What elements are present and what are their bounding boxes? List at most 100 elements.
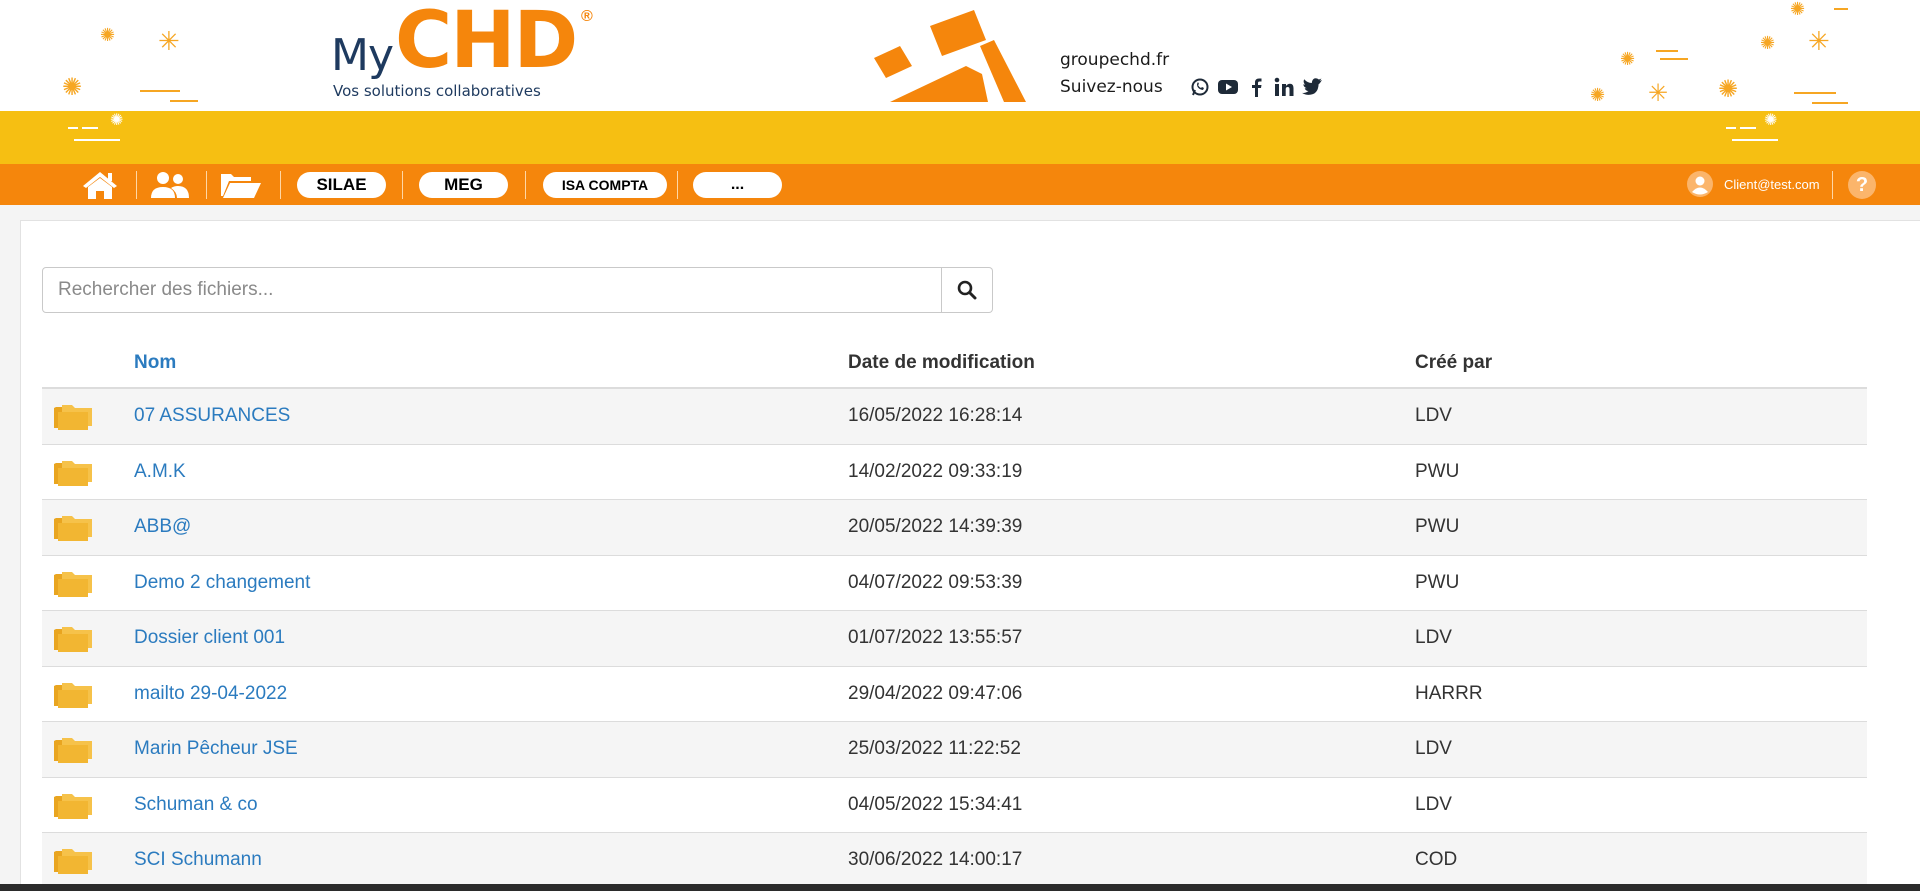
search-button[interactable]	[942, 267, 993, 313]
column-header-author[interactable]: Créé par	[1415, 352, 1867, 374]
file-name-link[interactable]: Demo 2 changement	[134, 572, 848, 594]
user-menu[interactable]: Client@test.com	[1686, 170, 1820, 198]
sparkle-decoration: ✳	[1808, 26, 1830, 56]
file-name-link[interactable]: A.M.K	[134, 461, 848, 483]
folder-icon	[54, 682, 92, 708]
table-row[interactable]: Dossier client 001 01/07/2022 13:55:57 L…	[42, 611, 1867, 667]
folder-icon	[54, 627, 92, 653]
folder-cell	[42, 567, 134, 599]
table-row[interactable]: mailto 29-04-2022 29/04/2022 09:47:06 HA…	[42, 667, 1867, 722]
mychd-logo[interactable]: My CHD ® Vos solutions collaboratives	[331, 0, 611, 104]
logo-tagline: Vos solutions collaboratives	[333, 82, 541, 100]
sparkle-decoration: ✺	[110, 112, 124, 129]
column-header-date[interactable]: Date de modification	[848, 352, 1415, 374]
folder-cell	[42, 733, 134, 765]
folder-icon	[54, 571, 92, 597]
folder-icon	[54, 738, 92, 764]
file-created-by: LDV	[1415, 738, 1452, 760]
file-modified-date: 29/04/2022 09:47:06	[848, 682, 1023, 704]
folder-cell	[42, 622, 134, 654]
whatsapp-icon[interactable]	[1189, 76, 1211, 98]
line-decoration	[170, 100, 198, 102]
column-header-name[interactable]: Nom	[134, 352, 848, 374]
line-decoration	[1812, 102, 1848, 104]
sparkle-decoration: ✺	[100, 25, 116, 45]
folder-icon	[54, 793, 92, 819]
table-row[interactable]: Demo 2 changement 04/07/2022 09:53:39 PW…	[42, 556, 1867, 611]
sparkle-decoration: ✺	[1620, 49, 1636, 69]
social-links	[1189, 76, 1323, 98]
folder-cell	[42, 789, 134, 821]
table-row[interactable]: Marin Pêcheur JSE 25/03/2022 11:22:52 LD…	[42, 722, 1867, 778]
file-created-by: COD	[1415, 849, 1458, 871]
site-url-link[interactable]: groupechd.fr	[1060, 50, 1323, 70]
folder-open-icon[interactable]	[218, 168, 264, 202]
file-name-link[interactable]: Schuman & co	[134, 794, 848, 816]
folder-cell	[42, 511, 134, 543]
file-created-by: PWU	[1415, 516, 1460, 538]
table-row[interactable]: A.M.K 14/02/2022 09:33:19 PWU	[42, 445, 1867, 500]
line-decoration	[1726, 127, 1736, 129]
file-name-link[interactable]: SCI Schumann	[134, 849, 848, 871]
sparkle-decoration: ✺	[1718, 76, 1739, 103]
file-name-link[interactable]: mailto 29-04-2022	[134, 683, 848, 705]
home-icon[interactable]	[80, 168, 120, 202]
file-created-by: LDV	[1415, 405, 1452, 427]
nav-separator	[1832, 171, 1833, 199]
search-bar	[42, 267, 993, 313]
silae-button[interactable]: SILAE	[297, 172, 386, 198]
nav-separator	[677, 171, 678, 199]
sparkle-decoration: ✳	[158, 26, 180, 56]
file-created-by: PWU	[1415, 571, 1460, 593]
sparkle-decoration: ✺	[1760, 33, 1776, 53]
file-name-link[interactable]: Marin Pêcheur JSE	[134, 738, 848, 760]
line-decoration	[68, 127, 78, 129]
sparkle-decoration: ✺	[1790, 0, 1806, 19]
sparkle-decoration: ✺	[62, 74, 83, 101]
table-row[interactable]: SCI Schumann 30/06/2022 14:00:17 COD	[42, 833, 1867, 889]
sparkle-decoration: ✺	[1590, 85, 1606, 105]
header: ✺ ✳ ✺ ✺ ✺ ✳ ✺ ✺ ✳ ✺ My CHD ® Vos solutio…	[0, 0, 1920, 111]
site-info: groupechd.fr Suivez-nous	[1060, 50, 1323, 98]
facebook-icon[interactable]	[1245, 76, 1267, 98]
yellow-band: ✺ ✺	[0, 111, 1920, 164]
file-browser-panel: Nom Date de modification Créé par 07 ASS…	[20, 220, 1920, 891]
file-name-link[interactable]: Dossier client 001	[134, 627, 848, 649]
table-row[interactable]: Schuman & co 04/05/2022 15:34:41 LDV	[42, 778, 1867, 833]
isa-compta-button[interactable]: ISA COMPTA	[543, 172, 667, 198]
file-modified-date: 01/07/2022 13:55:57	[848, 627, 1023, 649]
follow-label: Suivez-nous	[1060, 77, 1163, 97]
twitter-icon[interactable]	[1301, 76, 1323, 98]
line-decoration	[1732, 139, 1778, 141]
nav-separator	[206, 171, 207, 199]
file-modified-date: 16/05/2022 16:28:14	[848, 405, 1023, 427]
search-input[interactable]	[42, 267, 942, 313]
table-row[interactable]: ABB@ 20/05/2022 14:39:39 PWU	[42, 500, 1867, 556]
file-name-link[interactable]: ABB@	[134, 516, 848, 538]
table-row[interactable]: 07 ASSURANCES 16/05/2022 16:28:14 LDV	[42, 389, 1867, 445]
youtube-icon[interactable]	[1217, 76, 1239, 98]
file-created-by: HARRR	[1415, 682, 1483, 704]
meg-button[interactable]: MEG	[419, 172, 508, 198]
file-modified-date: 25/03/2022 11:22:52	[848, 738, 1021, 760]
file-name-link[interactable]: 07 ASSURANCES	[134, 405, 848, 427]
line-decoration	[1740, 127, 1756, 129]
table-header: Nom Date de modification Créé par	[42, 339, 1867, 389]
user-avatar-icon	[1687, 171, 1713, 197]
nav-separator	[136, 171, 137, 199]
file-modified-date: 04/07/2022 09:53:39	[848, 571, 1023, 593]
main-nav: SILAE MEG ISA COMPTA ... Client@test.com…	[0, 164, 1920, 205]
help-button[interactable]: ?	[1848, 171, 1876, 199]
line-decoration	[1656, 50, 1678, 52]
logo-main: CHD	[395, 0, 578, 86]
nav-separator	[280, 171, 281, 199]
folder-icon	[54, 405, 92, 431]
users-icon[interactable]	[148, 168, 192, 202]
file-modified-date: 14/02/2022 09:33:19	[848, 460, 1023, 482]
folder-icon	[54, 516, 92, 542]
linkedin-icon[interactable]	[1273, 76, 1295, 98]
line-decoration	[1834, 8, 1848, 10]
folder-cell	[42, 400, 134, 432]
more-apps-button[interactable]: ...	[693, 172, 782, 198]
chd-brand-mark-icon	[874, 10, 1026, 102]
